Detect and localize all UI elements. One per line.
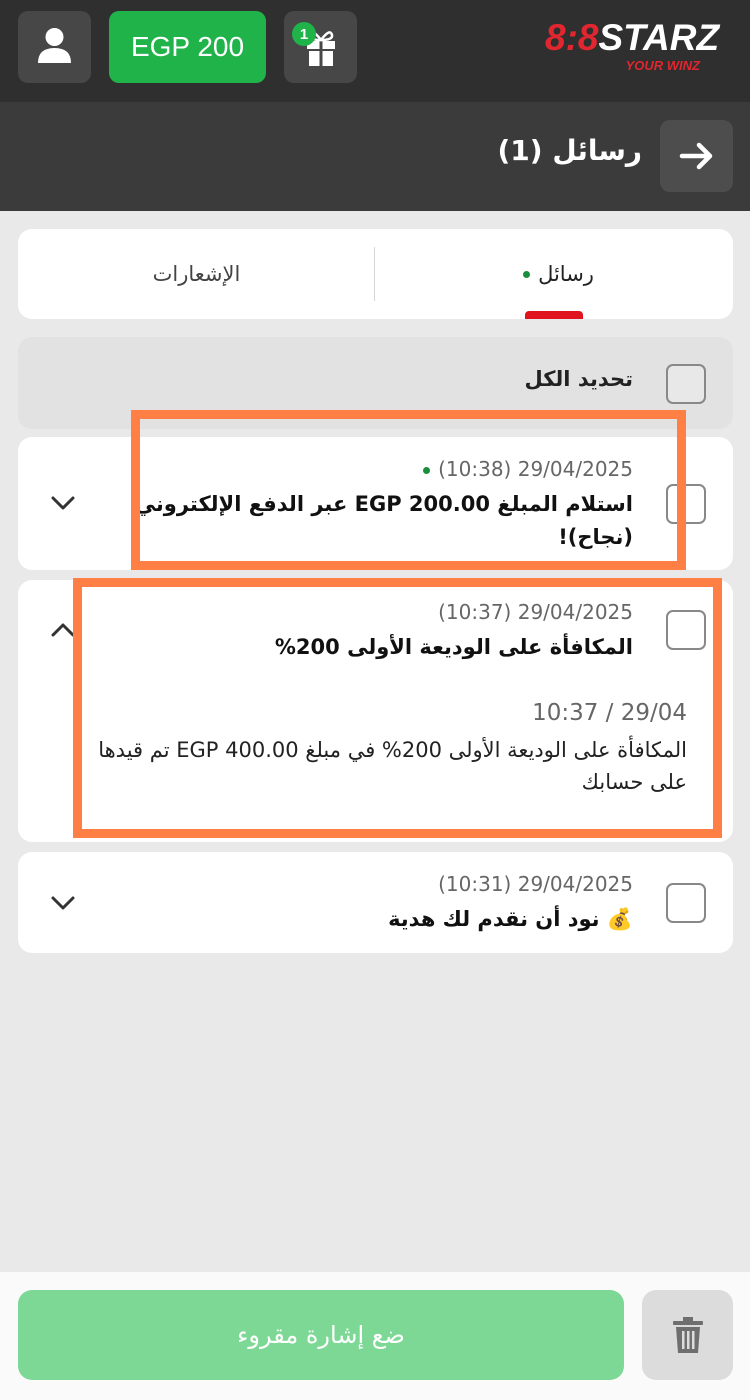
message-date: 29/04/2025 (10:31) [438,872,633,896]
tab-notifications-label: الإشعارات [152,262,241,286]
balance-button[interactable]: EGP 200 [109,11,266,83]
tab-messages[interactable]: رسائل [376,229,733,319]
delete-button[interactable] [642,1290,733,1380]
select-all-checkbox[interactable] [666,364,706,404]
message-title: 💰 نود أن نقدم لك هدية [388,907,633,931]
page-title: رسائل (1) [497,134,643,167]
bottom-action-bar: ضع إشارة مقروء [0,1272,750,1400]
chevron-up-icon[interactable] [48,620,78,640]
message-body: المكافأة على الوديعة الأولى 200% في مبلغ… [98,738,687,794]
message-card[interactable]: 29/04/2025 (10:37) المكافأة على الوديعة … [18,580,733,842]
message-date: 29/04/2025 (10:38) [415,457,633,481]
select-all-label: تحديد الكل [524,367,633,391]
message-title: استلام المبلغ EGP 200.00 عبر الدفع الإلك… [134,492,633,549]
tab-messages-label: رسائل [538,262,594,286]
active-tab-indicator [525,311,583,319]
back-button[interactable] [660,120,733,192]
unread-dot [523,270,531,278]
chevron-down-icon[interactable] [48,893,78,913]
message-checkbox[interactable] [666,484,706,524]
message-title: المكافأة على الوديعة الأولى 200% [274,635,633,659]
message-checkbox[interactable] [666,610,706,650]
message-card[interactable]: 29/04/2025 (10:38) استلام المبلغ EGP 200… [18,437,733,570]
message-checkbox[interactable] [666,883,706,923]
logo-tagline: YOUR WINZ [625,58,700,73]
user-icon [38,28,71,63]
gift-button[interactable]: 1 [284,11,357,83]
brand-logo[interactable]: 8:8STARZ YOUR WINZ [545,18,720,76]
tab-notifications[interactable]: الإشعارات [18,229,375,319]
gift-icon [307,31,335,66]
gift-count-badge: 1 [292,22,316,46]
trash-icon [672,1317,703,1353]
message-tabs: رسائل الإشعارات [18,229,733,319]
chevron-down-icon[interactable] [48,493,78,513]
profile-button[interactable] [18,11,91,83]
logo-mark: 8:8 [545,17,599,58]
message-card[interactable]: 29/04/2025 (10:31) 💰 نود أن نقدم لك هدية [18,852,733,953]
message-body-date: 10:37 / 29/04 [532,700,687,726]
logo-wordmark: STARZ [598,17,720,58]
top-bar: EGP 200 1 8:8STARZ YOUR WINZ [0,0,750,102]
mark-as-read-button[interactable]: ضع إشارة مقروء [18,1290,624,1380]
arrow-right-icon [679,142,712,170]
select-all-row: تحديد الكل [18,337,733,429]
unread-dot [423,467,431,474]
message-date: 29/04/2025 (10:37) [438,600,633,624]
page-header: رسائل (1) [0,102,750,211]
